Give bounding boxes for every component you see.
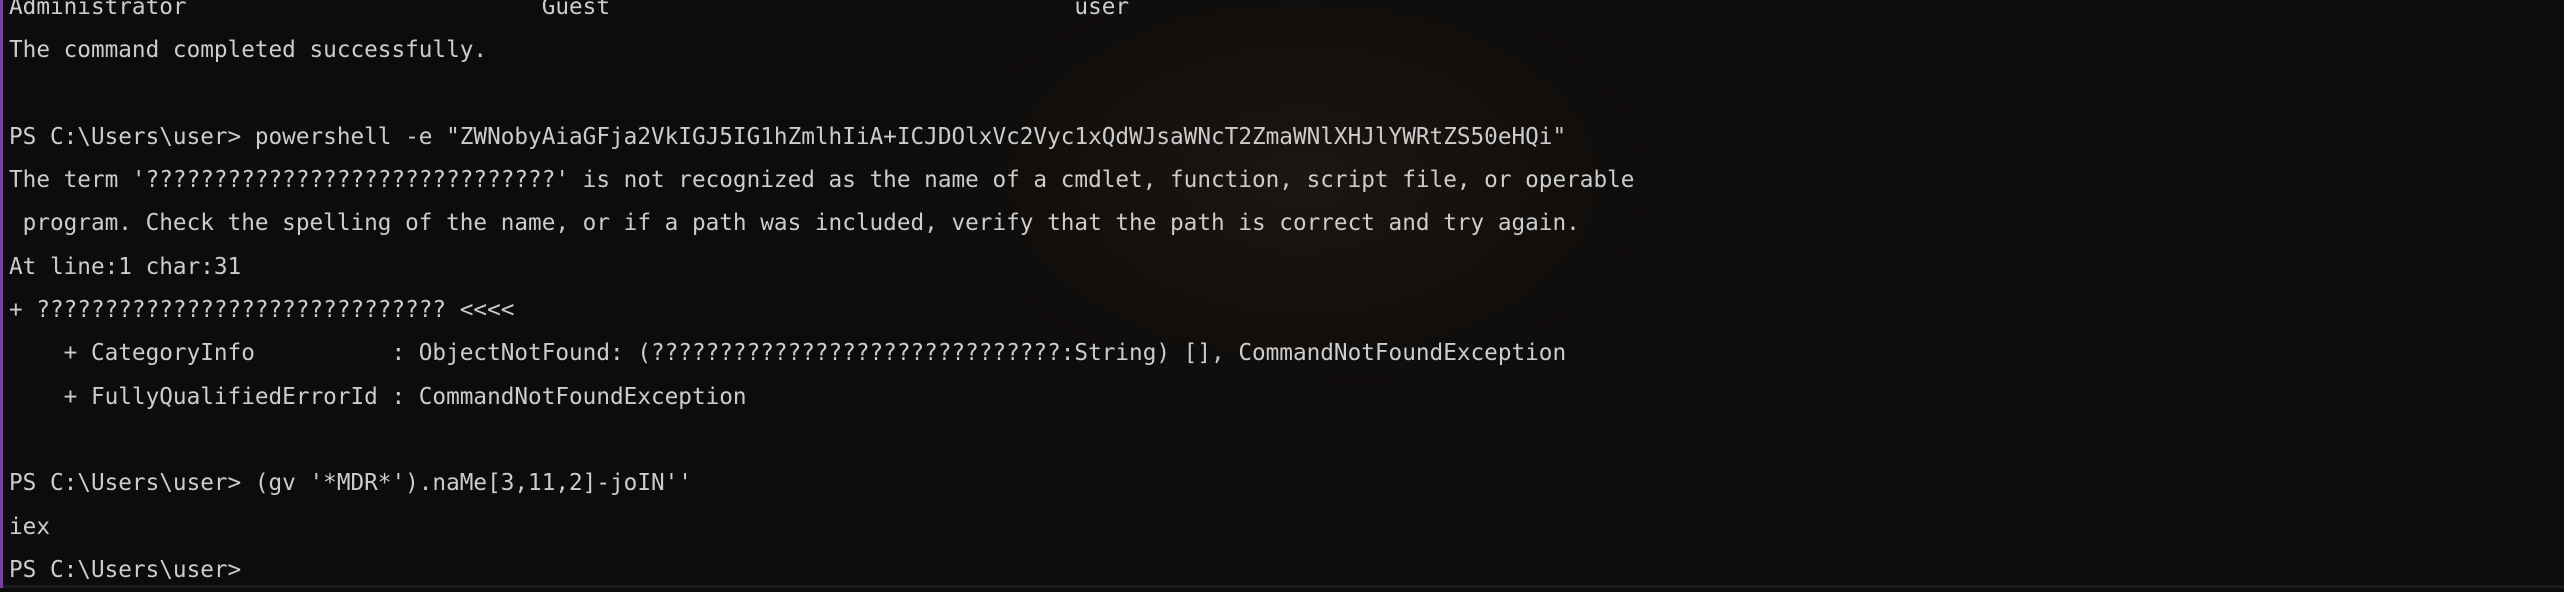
error-id-line: + FullyQualifiedErrorId : CommandNotFoun… (9, 383, 747, 410)
terminal-window[interactable]: Administrator Guest user The command com… (0, 0, 2564, 588)
error-line: program. Check the spelling of the name,… (9, 210, 1580, 237)
prompt-command-line: PS C:\Users\user> (gv '*MDR*').naMe[3,11… (9, 470, 692, 497)
error-position-line: At line:1 char:31 (9, 253, 242, 280)
error-marker-line: + ?????????????????????????????? <<<< (9, 297, 515, 324)
command-status-line: The command completed successfully. (9, 37, 488, 64)
error-category-line: + CategoryInfo : ObjectNotFound: (??????… (9, 340, 1567, 367)
prompt-command-line: PS C:\Users\user> powershell -e "ZWNobyA… (9, 123, 1567, 150)
net-user-accounts-line: Administrator Guest user (9, 0, 1130, 20)
error-line: The term '??????????????????????????????… (9, 167, 1635, 194)
command-output-line: iex (9, 513, 50, 540)
terminal-output: Administrator Guest user The command com… (9, 0, 1634, 592)
